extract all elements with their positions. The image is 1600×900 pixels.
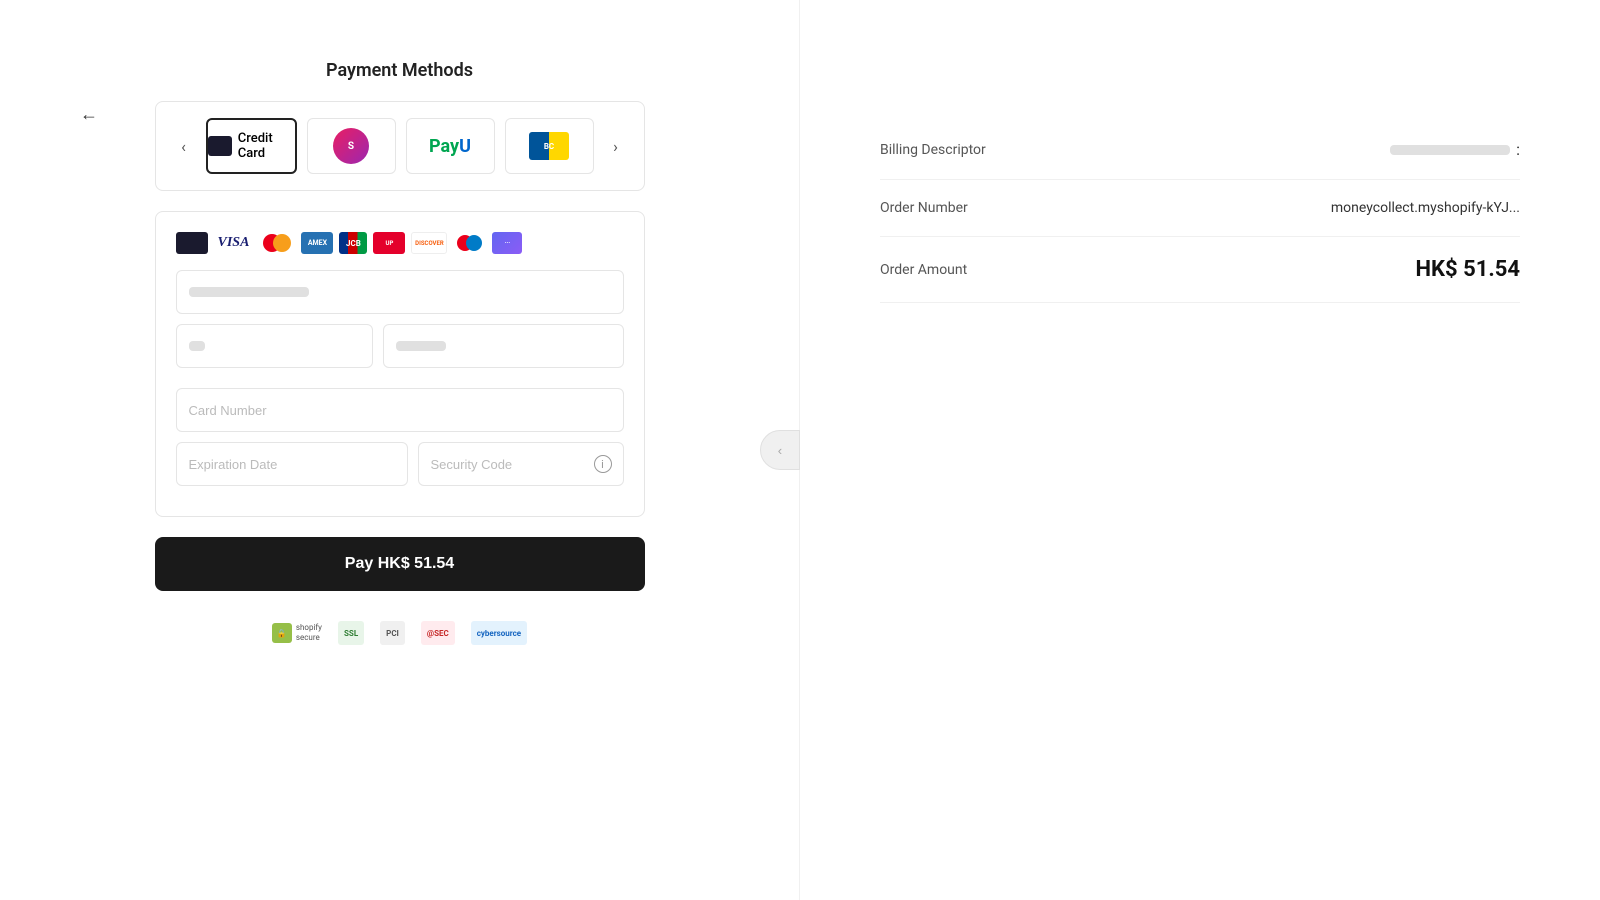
shopify-lock-icon: 🔒 [272, 623, 292, 643]
order-number-value: moneycollect.myshopify-kYJ... [1331, 200, 1520, 216]
billing-descriptor-value: : [1390, 140, 1520, 159]
unionpay-logo: UP [373, 232, 405, 254]
ssl-badge: SSL [338, 621, 364, 645]
second-field-1-blur [189, 341, 205, 351]
cybersource-badge: cybersource [471, 621, 527, 645]
visa-logo: VISA [214, 232, 254, 254]
order-amount-value: HK$ 51.54 [1416, 257, 1520, 282]
safira-icon: S [333, 128, 369, 164]
expiration-date-input[interactable] [176, 442, 408, 486]
cardholder-name-field[interactable] [176, 270, 624, 314]
second-field-1[interactable] [176, 324, 373, 368]
page-title: Payment Methods [326, 60, 473, 81]
credit-card-tab-label: Credit Card [238, 131, 295, 161]
tabs-next-arrow[interactable]: › [604, 134, 628, 158]
billing-descriptor-label: Billing Descriptor [880, 142, 986, 158]
discover-logo: DISCOVER [411, 232, 447, 254]
tab-payu[interactable]: PayU [406, 118, 495, 174]
tab-credit-card[interactable]: Credit Card [206, 118, 297, 174]
tab-safira[interactable]: S [307, 118, 396, 174]
credit-card-tab-content: Credit Card [208, 131, 295, 161]
second-field-2[interactable] [383, 324, 624, 368]
security-code-info-icon[interactable]: i [594, 455, 612, 473]
second-field-2-blur [396, 341, 446, 351]
bancontact-icon: BC [529, 132, 569, 160]
mastercard-logo [259, 232, 295, 254]
order-amount-label: Order Amount [880, 262, 967, 278]
jcb-logo: JCB [339, 232, 367, 254]
payu-logo: PayU [429, 136, 471, 157]
right-panel: Billing Descriptor : Order Number moneyc… [800, 0, 1600, 900]
left-panel: ← Payment Methods ‹ Credit Card S PayU B… [0, 0, 800, 900]
pci-badge: PCI [380, 621, 405, 645]
maestro-blue-circle [466, 235, 482, 251]
maestro-logo [453, 232, 486, 254]
sec-badge: @SEC [421, 621, 455, 645]
credit-card-form: VISA AMEX JCB UP DISCOVER ··· [155, 211, 645, 517]
tab-bancontact[interactable]: BC [505, 118, 594, 174]
payment-tabs: ‹ Credit Card S PayU BC › [172, 118, 628, 174]
cardholder-name-blur [189, 287, 309, 297]
order-amount-row: Order Amount HK$ 51.54 [880, 237, 1520, 303]
card-number-input[interactable] [176, 388, 624, 432]
security-badges: 🔒 shopifysecure SSL PCI @SEC cybersource [272, 621, 527, 645]
shopify-secure-badge: 🔒 shopifysecure [272, 623, 322, 643]
card-dark-icon [176, 232, 208, 254]
card-chip-icon [208, 136, 232, 156]
more-cards-logo: ··· [492, 232, 522, 254]
payment-tabs-container: ‹ Credit Card S PayU BC › [155, 101, 645, 191]
billing-descriptor-row: Billing Descriptor : [880, 120, 1520, 180]
order-number-label: Order Number [880, 200, 968, 216]
card-logos-row: VISA AMEX JCB UP DISCOVER ··· [176, 232, 624, 254]
billing-blurred-value [1390, 145, 1510, 155]
expiry-security-row: i [176, 442, 624, 486]
back-button[interactable]: ← [80, 104, 98, 125]
tabs-prev-arrow[interactable]: ‹ [172, 134, 196, 158]
pay-button[interactable]: Pay HK$ 51.54 [155, 537, 645, 591]
billing-dot: : [1516, 140, 1520, 159]
shopify-label: shopifysecure [296, 623, 322, 642]
mc-orange-circle [273, 234, 291, 252]
left-scroll-button[interactable]: ‹ [760, 430, 800, 470]
order-number-row: Order Number moneycollect.myshopify-kYJ.… [880, 180, 1520, 237]
second-row [176, 324, 624, 368]
amex-logo: AMEX [301, 232, 333, 254]
security-code-wrapper: i [418, 442, 624, 486]
